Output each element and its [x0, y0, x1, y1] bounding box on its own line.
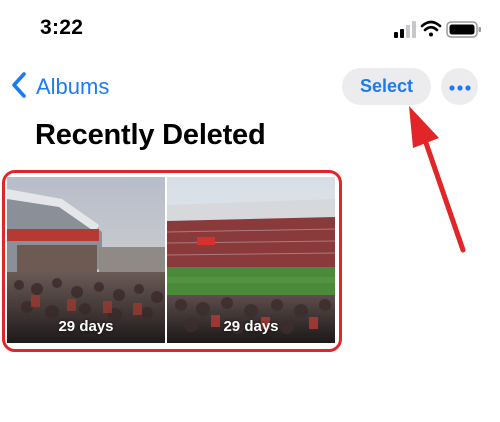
- more-options-button[interactable]: [441, 68, 478, 105]
- back-button[interactable]: Albums: [10, 70, 109, 104]
- battery-icon: [446, 21, 481, 38]
- back-label: Albums: [36, 74, 110, 99]
- photo-thumbnail[interactable]: 29 days: [7, 177, 165, 343]
- ellipsis-icon: [448, 78, 471, 96]
- status-time: 3:22: [40, 16, 84, 39]
- chevron-left-icon: [10, 70, 28, 105]
- page-title: Recently Deleted: [35, 119, 266, 151]
- photo-thumbnail[interactable]: 29 days: [167, 177, 335, 343]
- days-remaining-label: 29 days: [223, 318, 279, 335]
- wifi-icon: [420, 20, 442, 37]
- cellular-signal-icon: [394, 21, 416, 38]
- status-icons: [392, 19, 484, 39]
- annotation-arrow: [395, 100, 485, 260]
- select-label: Select: [359, 76, 414, 96]
- select-button[interactable]: Select: [342, 68, 431, 105]
- days-remaining-label: 29 days: [58, 318, 114, 335]
